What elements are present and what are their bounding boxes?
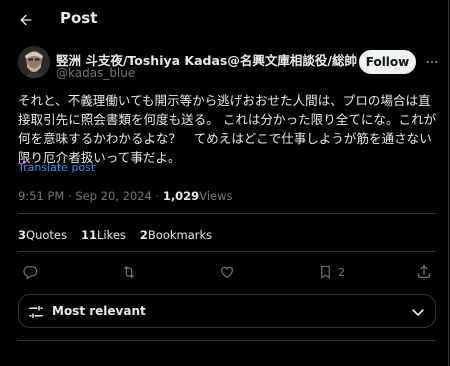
repost-icon bbox=[123, 265, 135, 279]
engagement-stats: 3Quotes 11Likes 2Bookmarks bbox=[18, 228, 212, 242]
author-handle[interactable]: @kadas_blue bbox=[56, 66, 135, 80]
share-button[interactable] bbox=[416, 262, 432, 282]
sort-sliders-icon bbox=[29, 306, 43, 318]
likes-label: Likes bbox=[96, 228, 126, 242]
bookmarks-stat[interactable]: 2Bookmarks bbox=[140, 228, 212, 242]
views-count: 1,029 bbox=[162, 189, 200, 203]
bookmarks-count: 2 bbox=[139, 228, 148, 242]
likes-count: 11 bbox=[80, 228, 97, 242]
reply-icon bbox=[23, 266, 38, 280]
follow-button[interactable]: Follow bbox=[359, 50, 416, 74]
quotes-count: 3 bbox=[18, 228, 27, 242]
translate-post-link[interactable]: Translate post bbox=[18, 161, 95, 174]
chevron-down-icon bbox=[412, 309, 424, 317]
more-dots-icon bbox=[426, 60, 438, 64]
reply-button[interactable] bbox=[22, 262, 38, 282]
quotes-label: Quotes bbox=[26, 228, 67, 242]
header: Post bbox=[0, 0, 448, 40]
bookmark-button[interactable]: 2 bbox=[318, 262, 345, 282]
divider bbox=[18, 213, 436, 214]
heart-icon bbox=[221, 266, 233, 279]
quotes-stat[interactable]: 3Quotes bbox=[18, 228, 67, 242]
sort-label: Most relevant bbox=[52, 304, 146, 318]
bookmarks-label: Bookmarks bbox=[147, 228, 213, 242]
divider bbox=[18, 340, 436, 341]
action-bar: 2 bbox=[18, 260, 436, 284]
reply-sort-dropdown[interactable]: Most relevant bbox=[18, 294, 436, 328]
post-page: Post 竪洲 斗支夜/Toshiya Kadas@名興文庫相談役/総帥 @ka… bbox=[0, 0, 449, 366]
repost-button[interactable] bbox=[120, 262, 138, 282]
tweet-timestamp[interactable]: 9:51 PM · Sep 20, 2024 · bbox=[18, 189, 163, 203]
bookmark-icon bbox=[321, 265, 330, 279]
like-button[interactable] bbox=[219, 262, 235, 282]
back-arrow-icon bbox=[20, 14, 32, 26]
share-icon bbox=[418, 265, 430, 278]
back-button[interactable] bbox=[14, 8, 38, 32]
page-title: Post bbox=[60, 9, 98, 27]
tweet-meta: 9:51 PM · Sep 20, 2024 · 1,029Views bbox=[18, 189, 233, 203]
likes-stat[interactable]: 11Likes bbox=[81, 228, 126, 242]
tweet-text: それと、不義理働いても開示等から逃げおおせた人間は、プロの場合は直 接取引先に照… bbox=[18, 93, 437, 165]
divider bbox=[18, 251, 436, 252]
views-label: Views bbox=[199, 189, 233, 203]
avatar-image bbox=[18, 46, 50, 78]
avatar[interactable] bbox=[18, 46, 50, 78]
bookmark-count: 2 bbox=[338, 265, 345, 279]
more-options-button[interactable] bbox=[424, 52, 440, 72]
